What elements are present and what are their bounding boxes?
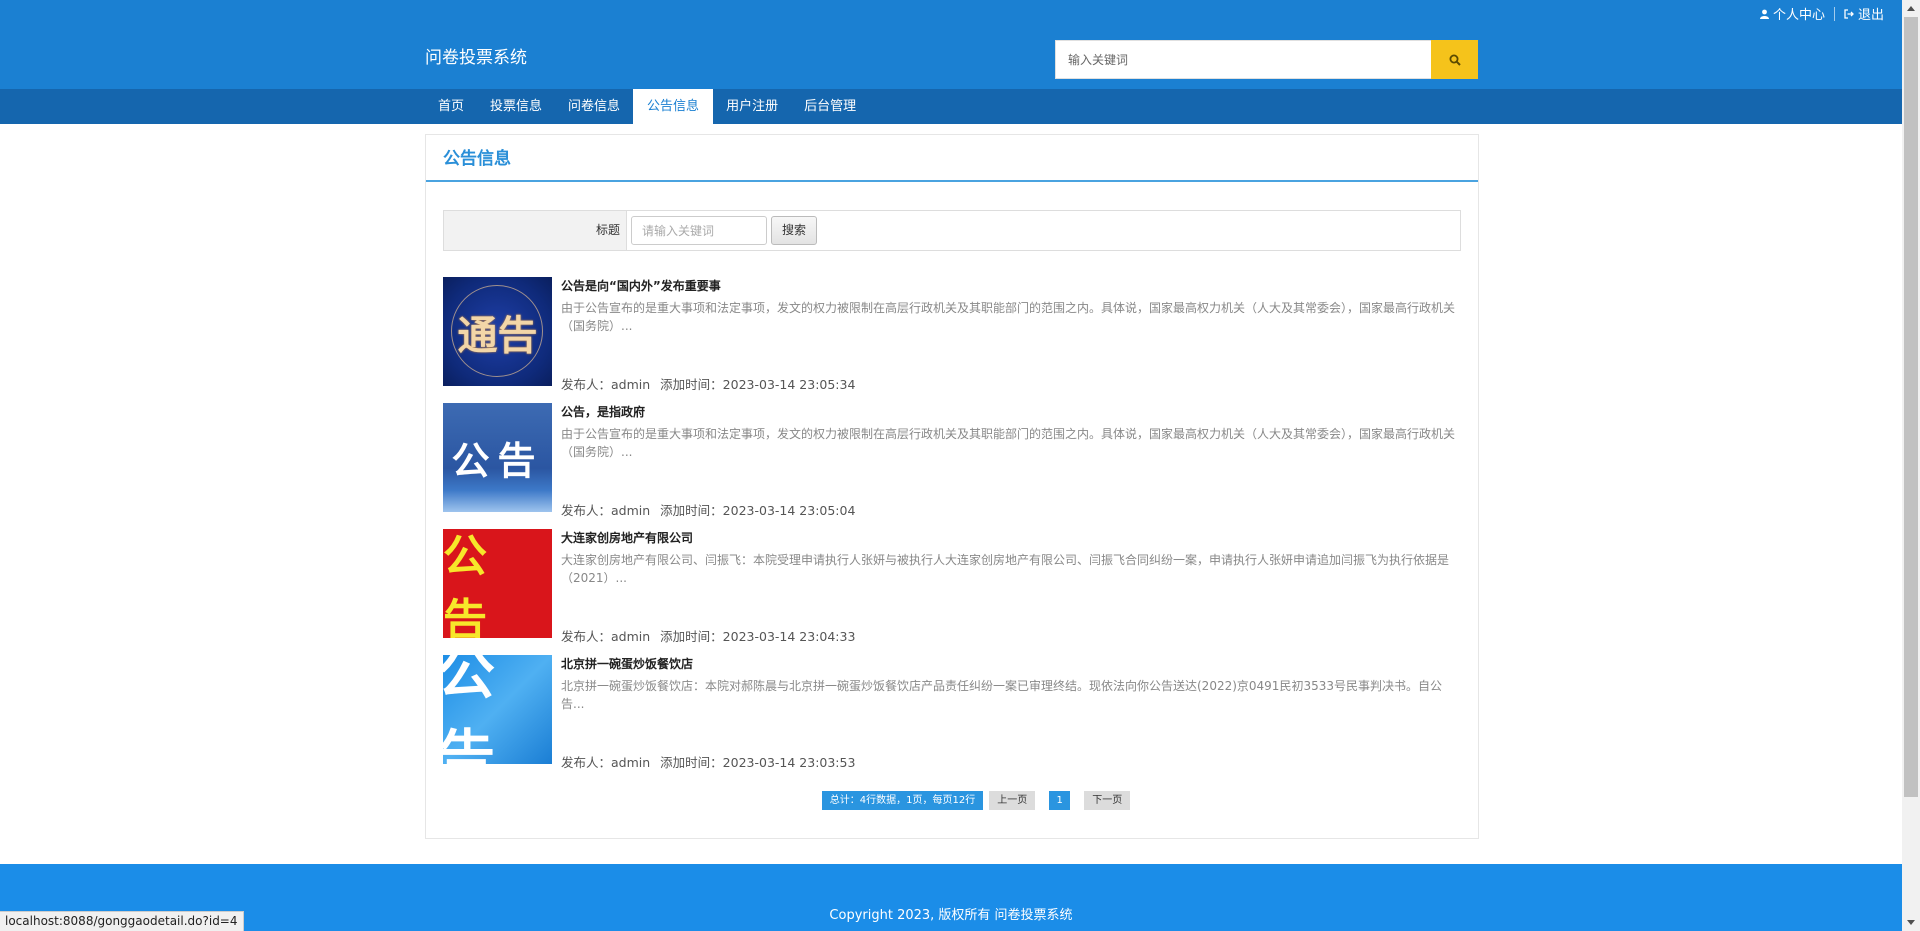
notice-meta: 发布人：admin 添加时间：2023-03-14 23:04:33 <box>561 626 855 645</box>
notice-publisher: 发布人：admin <box>561 755 651 770</box>
notice-title[interactable]: 北京拼一碗蛋炒饭餐饮店 <box>561 655 693 672</box>
next-page-button[interactable]: 下一页 <box>1084 791 1131 810</box>
page-number-button[interactable]: 1 <box>1049 791 1071 810</box>
thumbnail-text: 公告 <box>451 439 544 483</box>
notice-meta: 发布人：admin 添加时间：2023-03-14 23:05:04 <box>561 500 855 519</box>
search-icon <box>1449 54 1461 66</box>
title-search-input[interactable] <box>631 216 767 245</box>
logout-icon <box>1844 8 1854 19</box>
notice-title[interactable]: 公告是向“国内外”发布重要事 <box>561 277 721 294</box>
user-center-link[interactable]: 个人中心 <box>1759 4 1825 23</box>
nav-item-admin[interactable]: 后台管理 <box>791 89 869 124</box>
filter-bar: 标题 搜索 <box>443 210 1461 251</box>
notice-thumbnail[interactable]: 公告 <box>443 655 552 764</box>
prev-page-button[interactable]: 上一页 <box>989 791 1036 810</box>
site-header: 个人中心 退出 问卷投票系统 <box>0 0 1902 89</box>
list-item[interactable]: 公告 大连家创房地产有限公司 大连家创房地产有限公司、闫振飞：本院受理申请执行人… <box>443 529 1461 655</box>
thumbnail-text: 公告 <box>443 530 501 639</box>
notice-thumbnail[interactable]: 公告 <box>443 529 552 638</box>
notice-time: 添加时间：2023-03-14 23:03:53 <box>660 755 856 770</box>
list-item[interactable]: 通告 公告是向“国内外”发布重要事 由于公告宣布的是重大事项和法定事项，发文的权… <box>443 277 1461 403</box>
nav-item-survey[interactable]: 问卷信息 <box>555 89 633 124</box>
header-search-button[interactable] <box>1431 40 1478 79</box>
logout-link[interactable]: 退出 <box>1844 4 1884 23</box>
user-icon <box>1759 9 1769 19</box>
user-center-label: 个人中心 <box>1772 8 1825 23</box>
notice-publisher: 发布人：admin <box>561 503 651 518</box>
list-item[interactable]: 公告 公告，是指政府 由于公告宣布的是重大事项和法定事项，发文的权力被限制在高层… <box>443 403 1461 529</box>
scrollbar-thumb[interactable] <box>1904 17 1918 797</box>
footer-copyright: Copyright 2023, 版权所有 问卷投票系统 <box>829 908 1073 923</box>
thumbnail-text: 公告 <box>443 655 496 764</box>
header-search-input[interactable] <box>1055 40 1431 79</box>
notice-summary: 由于公告宣布的是重大事项和法定事项，发文的权力被限制在高层行政机关及其职能部门的… <box>561 301 1456 333</box>
notice-summary: 北京拼一碗蛋炒饭餐饮店：本院对郝陈晨与北京拼一碗蛋炒饭餐饮店产品责任纠纷一案已审… <box>561 679 1442 711</box>
notice-publisher: 发布人：admin <box>561 377 651 392</box>
notice-meta: 发布人：admin 添加时间：2023-03-14 23:05:34 <box>561 374 855 393</box>
thumbnail-text: 通告 <box>457 312 538 359</box>
notice-time: 添加时间：2023-03-14 23:04:33 <box>660 629 856 644</box>
panel-title: 公告信息 <box>426 135 1478 182</box>
nav-item-register[interactable]: 用户注册 <box>713 89 791 124</box>
page-scrollbar[interactable] <box>1902 0 1920 931</box>
notice-summary: 由于公告宣布的是重大事项和法定事项，发文的权力被限制在高层行政机关及其职能部门的… <box>561 427 1456 459</box>
site-title: 问卷投票系统 <box>425 48 527 68</box>
scroll-down-arrow-icon[interactable] <box>1902 914 1920 931</box>
notice-publisher: 发布人：admin <box>561 629 651 644</box>
main-nav: 首页 投票信息 问卷信息 公告信息 用户注册 后台管理 <box>0 89 1902 124</box>
browser-status-url: localhost:8088/gonggaodetail.do?id=4 <box>0 911 244 931</box>
notice-time: 添加时间：2023-03-14 23:05:04 <box>660 503 856 518</box>
notice-summary: 大连家创房地产有限公司、闫振飞：本院受理申请执行人张妍与被执行人大连家创房地产有… <box>561 553 1450 585</box>
notice-title[interactable]: 公告，是指政府 <box>561 403 645 420</box>
pagination: 总计：4行数据，1页，每页12行 上一页 1 下一页 <box>426 791 1480 810</box>
logout-label: 退出 <box>1857 8 1884 23</box>
list-item[interactable]: 公告 北京拼一碗蛋炒饭餐饮店 北京拼一碗蛋炒饭餐饮店：本院对郝陈晨与北京拼一碗蛋… <box>443 655 1461 781</box>
notice-title[interactable]: 大连家创房地产有限公司 <box>561 529 693 546</box>
notice-panel: 公告信息 标题 搜索 通告 公告是向“国内外”发布重要事 由于公告宣布的是重大事… <box>425 134 1479 839</box>
filter-label: 标题 <box>444 211 627 250</box>
topbar-divider <box>1833 6 1835 21</box>
nav-item-vote[interactable]: 投票信息 <box>477 89 555 124</box>
pagination-info: 总计：4行数据，1页，每页12行 <box>821 791 984 810</box>
header-search <box>1055 40 1478 79</box>
notice-time: 添加时间：2023-03-14 23:05:34 <box>660 377 856 392</box>
notice-thumbnail[interactable]: 通告 <box>443 277 552 386</box>
notice-list: 通告 公告是向“国内外”发布重要事 由于公告宣布的是重大事项和法定事项，发文的权… <box>443 277 1461 781</box>
notice-thumbnail[interactable]: 公告 <box>443 403 552 512</box>
top-user-bar: 个人中心 退出 <box>1759 4 1884 23</box>
nav-item-notice[interactable]: 公告信息 <box>633 89 714 124</box>
notice-meta: 发布人：admin 添加时间：2023-03-14 23:03:53 <box>561 752 855 771</box>
filter-search-button[interactable]: 搜索 <box>771 216 818 245</box>
site-footer: Copyright 2023, 版权所有 问卷投票系统 <box>0 864 1902 931</box>
nav-item-home[interactable]: 首页 <box>425 89 477 124</box>
scroll-up-arrow-icon[interactable] <box>1902 0 1920 17</box>
